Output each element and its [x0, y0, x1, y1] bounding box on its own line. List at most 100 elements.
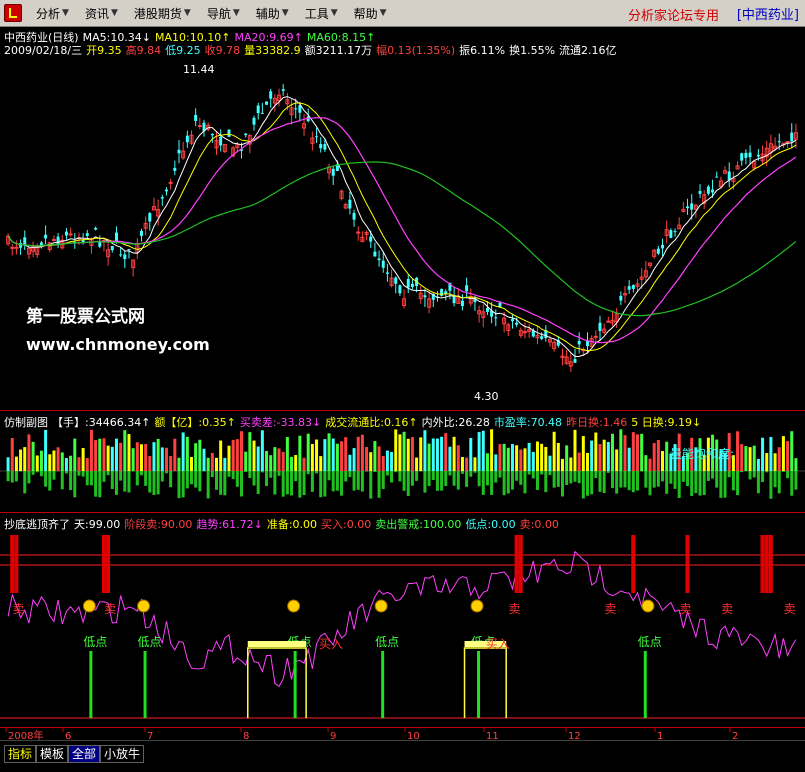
- menu-analysis[interactable]: 分析▼: [28, 2, 77, 24]
- menu-bar: 分析▼ 资讯▼ 港股期货▼ 导航▼ 辅助▼ 工具▼ 帮助▼ 分析家论坛专用 [中…: [0, 0, 805, 27]
- candle-body: [690, 203, 693, 209]
- chevron-down-icon: ▼: [62, 8, 69, 18]
- sell-volume-bar: [382, 471, 385, 489]
- sell-signal-bar: [106, 535, 110, 593]
- sell-volume-bar: [44, 471, 47, 487]
- tab-xiaofangniu[interactable]: 小放牛: [100, 745, 144, 763]
- tab-indicator[interactable]: 指标: [4, 745, 36, 763]
- menu-assist[interactable]: 辅助▼: [248, 2, 297, 24]
- sell-volume-bar: [344, 471, 347, 481]
- candle-body: [69, 234, 72, 235]
- menu-help[interactable]: 帮助▼: [346, 2, 395, 24]
- sell-signal-bar: [102, 535, 106, 593]
- sell-volume-bar: [674, 471, 677, 489]
- sell-volume-bar: [161, 471, 164, 481]
- volume-bar: [169, 456, 172, 471]
- sell-volume-bar: [740, 471, 743, 472]
- volume-panel[interactable]: 仿制副图【手】:34466.34↑额【亿】:0.35↑买卖差:-33.83↓成交…: [0, 411, 805, 512]
- sell-volume-bar: [223, 471, 226, 495]
- sell-volume-bar: [282, 471, 285, 497]
- candle-body: [119, 254, 122, 255]
- menu-navigation[interactable]: 导航▼: [199, 2, 248, 24]
- volume-bar: [265, 451, 268, 471]
- volume-bar: [140, 444, 143, 471]
- volume-bar: [36, 455, 39, 471]
- sell-volume-bar: [82, 471, 85, 477]
- volume-bar: [61, 452, 64, 471]
- sell-signal-bar: [631, 535, 635, 593]
- menu-news[interactable]: 资讯▼: [77, 2, 126, 24]
- sell-volume-bar: [394, 471, 397, 472]
- sell-volume-bar: [186, 471, 189, 488]
- sell-volume-bar: [453, 471, 456, 486]
- price-panel[interactable]: 中西药业(日线)MA5:10.34↓MA10:10.10↑MA20:9.69↑M…: [0, 27, 805, 410]
- volume-bar: [569, 458, 572, 471]
- volume-bar: [428, 444, 431, 471]
- sell-volume-bar: [353, 471, 356, 491]
- sell-volume-bar: [215, 471, 218, 490]
- volume-bar: [11, 438, 14, 471]
- buy-signal-label: 买入: [486, 637, 510, 651]
- indicator-chart[interactable]: 低点低点低点低点低点低点卖卖卖卖卖卖卖买入买入: [0, 513, 805, 727]
- indicator-panel[interactable]: 低点低点低点低点低点低点卖卖卖卖卖卖卖买入买入 抄底逃顶齐了天:99.00阶段卖…: [0, 513, 805, 727]
- sell-volume-bar: [486, 471, 489, 485]
- sell-volume-bar: [753, 471, 756, 477]
- sell-volume-bar: [32, 471, 35, 475]
- candle-body: [465, 285, 468, 291]
- low-point-bar: [89, 651, 92, 718]
- volume-bar: [107, 446, 110, 471]
- tab-template[interactable]: 模板: [36, 745, 68, 763]
- sell-volume-bar: [198, 471, 201, 491]
- volume-bar: [536, 442, 539, 471]
- volume-bar: [644, 455, 647, 471]
- candle-body: [348, 200, 351, 209]
- chevron-down-icon: ▼: [331, 8, 338, 18]
- candle-body: [211, 134, 214, 135]
- main-row2-0: 2009/02/18/三: [4, 44, 82, 57]
- sell-volume-bar: [557, 471, 560, 487]
- bottom-tab-bar: 指标 模板 全部 小放牛: [0, 740, 805, 772]
- sell-volume-bar: [703, 471, 706, 495]
- menu-tools[interactable]: 工具▼: [297, 2, 346, 24]
- sell-volume-bar: [378, 471, 381, 498]
- sell-volume-bar: [586, 471, 589, 496]
- sell-volume-bar: [715, 471, 718, 488]
- sell-volume-bar: [319, 471, 322, 497]
- menu-hk-futures[interactable]: 港股期货▼: [126, 2, 199, 24]
- sell-volume-bar: [403, 471, 406, 491]
- volume-bar: [211, 453, 214, 471]
- candle-body: [253, 118, 256, 125]
- volume-bar: [52, 450, 55, 471]
- volume-bar: [473, 457, 476, 471]
- volume-bar: [653, 443, 656, 471]
- sell-volume-bar: [248, 471, 251, 478]
- main-row2-8: 振6.11%: [459, 44, 505, 57]
- sell-volume-bar: [490, 471, 493, 495]
- sell-signal-label: 卖: [679, 602, 691, 616]
- sell-volume-bar: [307, 471, 310, 474]
- sell-volume-bar: [661, 471, 664, 481]
- volume-bar: [82, 448, 85, 471]
- candle-body: [594, 336, 597, 337]
- volume-bar: [298, 436, 301, 471]
- tab-all[interactable]: 全部: [68, 745, 100, 763]
- sell-volume-bar: [357, 471, 360, 490]
- volume-legend: 仿制副图【手】:34466.34↑额【亿】:0.35↑买卖差:-33.83↓成交…: [4, 414, 705, 430]
- volume-bar: [432, 438, 435, 471]
- volume-bar: [290, 457, 293, 471]
- main-row2-6: 额3211.17万: [305, 44, 373, 57]
- sell-volume-bar: [649, 471, 652, 495]
- sell-volume-bar: [632, 471, 635, 492]
- sell-volume-bar: [573, 471, 576, 482]
- candle-body: [628, 286, 631, 289]
- ind-row-4: 准备:0.00: [267, 518, 317, 531]
- low-point-bar: [144, 651, 147, 718]
- volume-bar: [328, 433, 331, 471]
- sell-volume-bar: [90, 471, 93, 485]
- sub-row-0: 仿制副图: [4, 416, 48, 429]
- candle-body: [369, 237, 372, 242]
- app-logo-icon[interactable]: [4, 4, 22, 22]
- volume-bar: [794, 458, 797, 471]
- volume-bar: [394, 429, 397, 471]
- forum-label: 分析家论坛专用: [628, 5, 719, 24]
